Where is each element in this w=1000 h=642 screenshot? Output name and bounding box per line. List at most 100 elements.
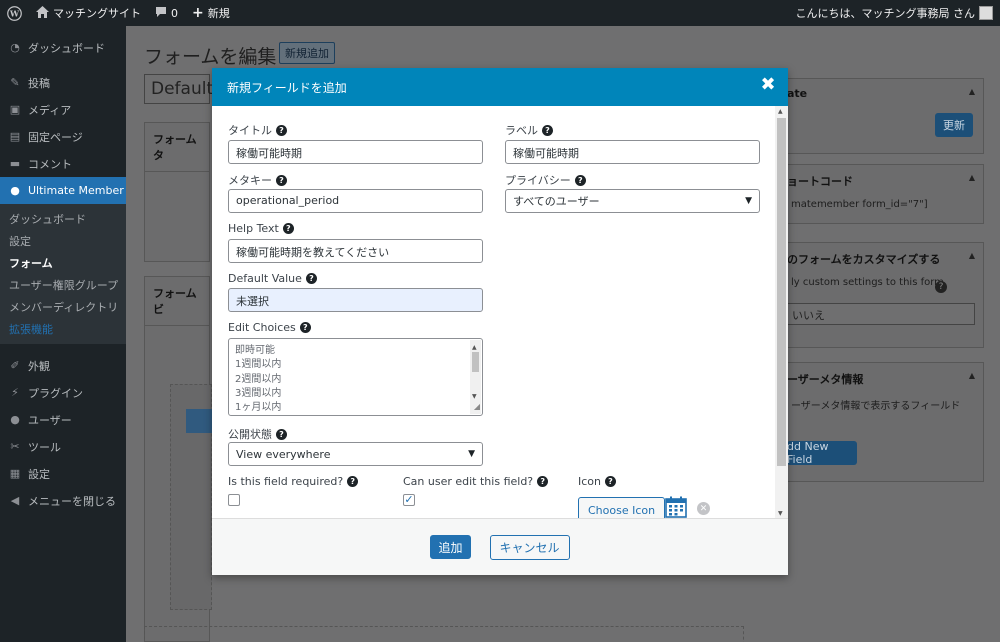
new-content-link[interactable]: + 新規 [185,0,237,26]
customize-select[interactable]: いいえ [787,303,975,325]
menu-label: コメント [28,157,72,171]
menu-dashboard[interactable]: ◔ ダッシュボード [0,34,126,61]
label-text: Is this field required? [228,475,344,488]
calendar-icon [665,496,687,518]
menu-ultimate-member[interactable]: ● Ultimate Member [0,177,126,204]
menu-collapse[interactable]: ◀ メニューを閉じる [0,487,126,514]
chevron-down-icon: ▼ [468,449,475,459]
scroll-thumb[interactable] [472,352,479,372]
select-value: View everywhere [236,447,331,461]
icon-label: Icon ? [578,475,616,488]
required-label: Is this field required? ? [228,475,359,488]
choices-label: Edit Choices ? [228,321,311,334]
title-input[interactable]: 稼働可能時期 [228,140,483,164]
help-icon[interactable]: ? [347,476,359,487]
helptext-input[interactable]: 稼働可能時期を教えてください [228,239,483,263]
cancel-button[interactable]: キャンセル [489,534,570,560]
comments-count: 0 [171,6,178,20]
box-title: ate [787,87,808,100]
menu-settings[interactable]: ▦ 設定 [0,460,126,487]
caret-up-icon[interactable]: ▲ [969,87,975,100]
help-icon[interactable]: ? [276,428,287,440]
editable-checkbox[interactable]: ✓ [403,494,415,506]
help-icon[interactable]: ? [276,174,287,186]
help-icon[interactable]: ? [276,124,287,136]
pin-icon: ✎ [10,76,20,89]
metakey-input[interactable]: operational_period [228,189,483,213]
help-icon[interactable]: ? [305,273,317,284]
add-new-button[interactable]: 新規追加 [279,42,335,64]
submenu-member-directories[interactable]: メンバーディレクトリ [0,296,126,318]
required-checkbox[interactable] [228,494,240,506]
caret-up-icon[interactable]: ▲ [969,371,975,387]
visibility-select[interactable]: View everywhere ▼ [228,442,483,466]
builder-tab[interactable] [186,409,212,433]
help-icon[interactable]: ? [537,476,549,487]
help-icon[interactable]: ? [605,476,616,487]
form-title-input[interactable]: Default [144,74,213,104]
customize-text: ly custom settings to this form [791,277,944,288]
default-value-input[interactable]: 未選択 [228,288,483,312]
label-text: 公開状態 [228,428,272,441]
help-icon[interactable]: ? [574,174,586,186]
submenu-forms[interactable]: フォーム [0,252,126,274]
site-name-link[interactable]: マッチングサイト [29,0,148,26]
clear-icon[interactable]: ✕ [697,502,710,515]
resize-grip-icon[interactable]: ◢ [474,400,480,414]
ultimate-member-submenu: ダッシュボード 設定 フォーム ユーザー権限グループ メンバーディレクトリ 拡張… [0,204,126,344]
comments-link[interactable]: 0 [148,0,185,26]
caret-up-icon[interactable]: ▲ [969,173,975,189]
choice-line: 即時可能 [235,345,275,356]
choices-textarea[interactable]: 即時可能 1週間以内 2週間以内 3週間以内 1ヶ月以内 ▲ ▼ ◢ [228,338,483,416]
label-text: Default Value [228,272,302,285]
menu-label: メニューを閉じる [28,494,116,508]
scroll-up-icon[interactable]: ▲ [778,108,783,115]
caret-up-icon[interactable]: ▲ [969,251,975,267]
dashboard-icon: ◔ [10,41,20,54]
help-icon[interactable]: ? [299,322,311,333]
add-button[interactable]: 追加 [430,535,471,559]
help-icon[interactable]: ? [282,223,294,234]
default-value-label: Default Value ? [228,272,317,285]
choice-line: 3週間以内 [235,387,282,399]
submenu-dashboard[interactable]: ダッシュボード [0,208,126,230]
close-icon[interactable]: ✖ [760,76,776,94]
choose-icon-button[interactable]: Choose Icon [578,497,666,518]
privacy-select[interactable]: すべてのユーザー ▼ [505,189,760,213]
label-label: ラベル ? [505,122,553,138]
shortcode-text: matemember form_id="7"] [791,199,928,210]
menu-tools[interactable]: ✂ ツール [0,433,126,460]
update-button[interactable]: 更新 [935,113,973,137]
menu-plugins[interactable]: ⚡ プラグイン [0,379,126,406]
wrench-icon: ✂ [10,440,20,453]
menu-users[interactable]: ● ユーザー [0,406,126,433]
scroll-thumb[interactable] [777,118,786,466]
menu-posts[interactable]: ✎ 投稿 [0,69,126,96]
help-icon[interactable]: ? [542,124,553,136]
metakey-label: メタキー ? [228,172,287,188]
label-text: Can user edit this field? [403,475,534,488]
menu-media[interactable]: ▣ メディア [0,96,126,123]
my-account-link[interactable]: こんにちは、マッチング事務局 さん [789,0,1000,26]
submenu-roles[interactable]: ユーザー権限グループ [0,274,126,296]
modal-scrollbar[interactable]: ▲ ▼ [775,106,788,518]
update-box: ate ▲ 更新 [786,78,984,154]
page-icon: ▤ [9,130,21,143]
menu-label: 投稿 [28,76,50,90]
menu-comments[interactable]: ▬ コメント [0,150,126,177]
scroll-down-icon[interactable]: ▼ [778,510,783,517]
menu-pages[interactable]: ▤ 固定ページ [0,123,126,150]
label-input[interactable]: 稼働可能時期 [505,140,760,164]
chevron-down-icon: ▼ [745,196,752,206]
wp-logo-icon[interactable]: W [0,0,29,26]
plugin-icon: ⚡ [11,386,19,399]
menu-appearance[interactable]: ✐ 外観 [0,352,126,379]
plus-icon: + [192,5,204,21]
menu-label: Ultimate Member [28,184,124,197]
submenu-extensions[interactable]: 拡張機能 [0,318,126,340]
label-text: ラベル [505,124,538,137]
title-label: タイトル ? [228,122,287,138]
add-new-field-button[interactable]: dd New Field [787,440,857,466]
submenu-settings[interactable]: 設定 [0,230,126,252]
modal-title: 新規フィールドを追加 [227,80,347,95]
